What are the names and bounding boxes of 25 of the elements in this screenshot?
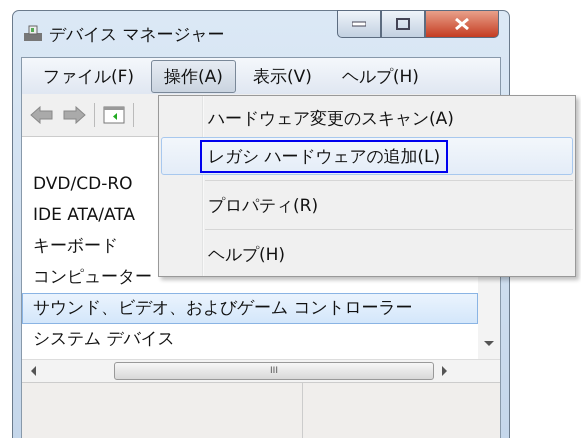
menu-item[interactable]: ハードウェア変更のスキャン(A) — [161, 99, 573, 137]
menu-item[interactable]: 操作(A) — [151, 60, 236, 92]
left-arrow-icon[interactable] — [30, 366, 36, 376]
down-arrow-icon[interactable] — [484, 341, 494, 347]
menu-item[interactable]: 表示(V) — [240, 60, 325, 92]
minimize-icon — [352, 21, 366, 27]
window-title: デバイス マネージャー — [49, 24, 224, 46]
tree-item[interactable]: サウンド、ビデオ、およびゲーム コントローラー — [22, 293, 478, 324]
back-arrow-icon[interactable] — [30, 106, 54, 124]
maximize-icon — [396, 18, 410, 30]
menu-item[interactable]: ヘルプ(H) — [328, 60, 432, 92]
right-arrow-icon[interactable] — [442, 366, 448, 376]
scrollbar-thumb[interactable]: III — [114, 362, 434, 380]
maximize-button[interactable] — [381, 10, 425, 38]
minimize-button[interactable] — [337, 10, 381, 38]
menu-item[interactable]: レガシ ハードウェアの追加(L) — [161, 137, 573, 175]
panel-icon[interactable] — [103, 106, 125, 124]
tree-item[interactable]: システム デバイス — [22, 324, 478, 355]
menu-item[interactable]: プロパティ(R) — [161, 186, 573, 224]
forward-arrow-icon[interactable] — [62, 106, 86, 124]
menu-item[interactable]: ヘルプ(H) — [161, 235, 573, 273]
close-icon — [454, 18, 470, 30]
close-button[interactable] — [425, 10, 499, 38]
menu-item[interactable]: ファイル(F) — [30, 60, 148, 92]
printer-icon — [23, 24, 43, 44]
